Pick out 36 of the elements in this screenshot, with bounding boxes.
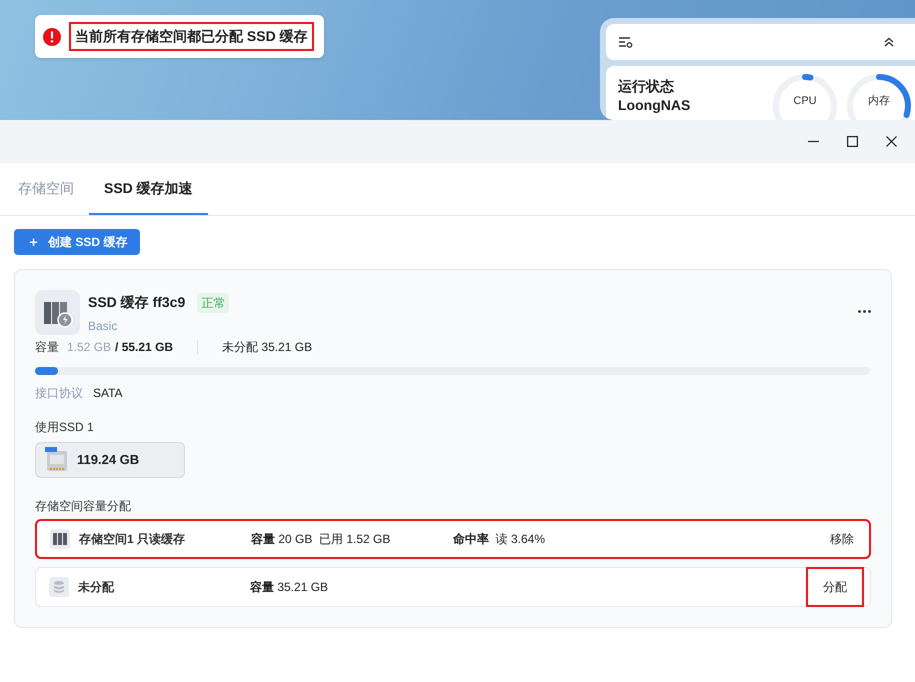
create-button[interactable]: ＋ 创建 SSD 缓存 [14, 229, 140, 255]
filter-settings-icon[interactable] [618, 36, 634, 48]
used-value: 1.52 GB [67, 339, 112, 356]
error-icon [43, 28, 61, 46]
status-badge: 正常 [197, 292, 230, 312]
tab[interactable]: SSD 缓存加速 [89, 163, 208, 215]
ssd-label: 使用SSD 1 [35, 419, 95, 436]
capacity-label: 容量 [35, 339, 59, 356]
unallocated-value: 未分配 35.21 GB [222, 339, 312, 356]
hit-rate-text: 命中率 读 3.64% [453, 531, 546, 548]
capacity-text: 容量 35.21 GB [250, 579, 330, 596]
device-name: LoongNAS [618, 97, 692, 114]
gauge-label: 内存 [867, 94, 891, 109]
allocation-label: 存储空间容量分配 [35, 498, 132, 515]
database-icon [49, 577, 69, 597]
server-icon [35, 290, 80, 335]
interface-label: 接口协议 [35, 385, 83, 402]
ssd-drive-icon [45, 447, 69, 473]
row-name: 未分配 [78, 579, 115, 596]
interface-value: SATA [93, 385, 123, 402]
ssd-chip[interactable]: 119.24 GB [35, 442, 185, 478]
action-link[interactable]: 分配 [806, 567, 864, 607]
widget-title: 运行状态 [618, 78, 675, 95]
maximize-icon[interactable] [847, 136, 858, 147]
more-icon[interactable] [858, 310, 871, 313]
capacity-text: 容量 20 GB 已用 1.52 GB [251, 531, 392, 548]
collapse-icon[interactable] [884, 37, 894, 47]
server-icon [50, 529, 70, 549]
gauge-label: CPU [792, 94, 818, 109]
toast-message: 当前所有存储空间都已分配 SSD 缓存 [69, 22, 314, 51]
row-name: 存储空间1 只读缓存 [79, 531, 186, 548]
action-link[interactable]: 移除 [828, 530, 856, 548]
cache-type: Basic [88, 318, 118, 335]
total-value: / 55.21 GB [115, 339, 174, 356]
close-icon[interactable] [886, 136, 897, 147]
cache-name: SSD 缓存 ff3c9 [88, 293, 186, 312]
